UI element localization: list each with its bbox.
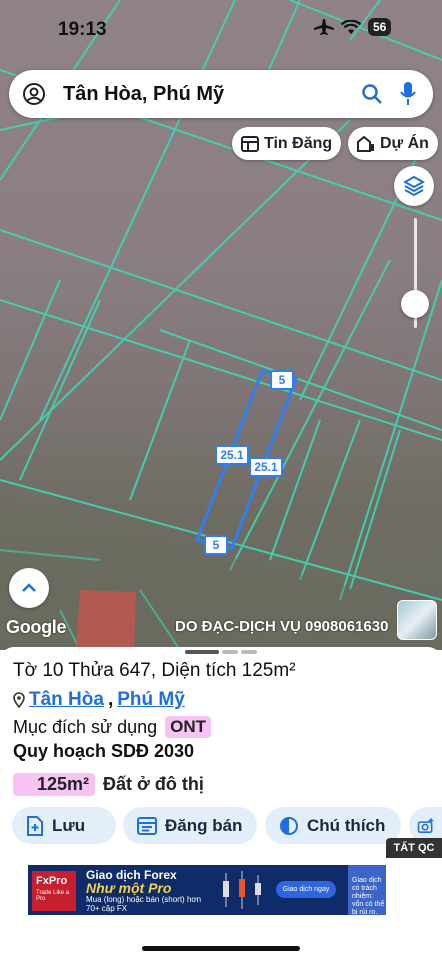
post-sale-button-label: Đăng bán xyxy=(165,815,243,835)
sheet-handle-dot xyxy=(241,650,257,654)
post-sale-button[interactable]: Đăng bán xyxy=(123,807,257,844)
parcel-title: Tờ 10 Thửa 647, Diện tích 125m² xyxy=(13,660,296,681)
status-bar: 19:13 56 xyxy=(0,0,442,58)
battery-icon: 56 xyxy=(368,18,392,36)
microphone-icon[interactable] xyxy=(399,81,417,107)
listings-chip[interactable]: Tin Đăng xyxy=(232,127,342,160)
listings-chip-label: Tin Đăng xyxy=(264,134,333,152)
map-watermark: DO ĐẠC-DỊCH VỤ 0908061630 xyxy=(175,618,389,635)
status-icons: 56 xyxy=(314,18,392,36)
ad-brand: FxPro xyxy=(36,875,68,887)
candlestick-graphic xyxy=(223,871,261,909)
contrast-icon xyxy=(280,816,298,835)
google-logo: Google xyxy=(6,617,67,637)
save-button-label: Lưu xyxy=(52,815,86,835)
plan-area-row: 125m² Đất ở đô thị xyxy=(13,773,204,796)
airplane-icon xyxy=(314,19,334,35)
legend-button[interactable]: Chú thích xyxy=(265,807,401,844)
layers-button[interactable] xyxy=(394,166,434,206)
ad-disclaimer: Giao dịch có trách nhiệm: vốn có thể bị … xyxy=(352,877,385,915)
ad-cta-button[interactable]: Giao dịch ngay xyxy=(276,881,336,898)
close-ad-button[interactable]: TẤT QC xyxy=(386,838,442,858)
sheet-handle-dot xyxy=(222,650,238,654)
sheet-handle[interactable] xyxy=(185,650,219,654)
location-row: Tân Hòa, Phú Mỹ xyxy=(13,689,185,711)
listing-icon xyxy=(241,135,259,152)
location-separator: , xyxy=(107,689,114,710)
projects-chip[interactable]: Dự Án xyxy=(348,127,438,160)
ward-link[interactable]: Tân Hòa xyxy=(29,689,104,711)
building-icon xyxy=(357,135,374,152)
land-use-row: Mục đích sử dụng ONT xyxy=(13,716,212,738)
listing-icon xyxy=(137,816,157,835)
ad-line-3: Mua (long) hoặc bán (short) hơn 70+ cặp … xyxy=(86,895,202,913)
search-bar[interactable]: Tân Hòa, Phú Mỹ xyxy=(9,70,433,118)
opacity-slider-thumb[interactable] xyxy=(401,290,429,318)
ad-line-2: Như một Pro xyxy=(86,880,172,896)
ad-banner[interactable]: FxPro Trade Like a Pro Giao dịch Forex N… xyxy=(28,865,386,915)
street-view-thumbnail[interactable] xyxy=(397,600,437,640)
file-add-icon xyxy=(27,815,43,836)
parcel-label-top: 5 xyxy=(270,370,294,390)
layers-icon xyxy=(403,175,425,197)
ad-logo: FxPro Trade Like a Pro xyxy=(32,871,76,911)
plan-area-desc: Đất ở đô thị xyxy=(103,774,204,794)
status-time: 19:13 xyxy=(58,19,107,40)
plan-title: Quy hoạch SDĐ 2030 xyxy=(13,741,195,761)
projects-chip-label: Dự Án xyxy=(380,134,429,152)
ad-brand-tagline: Trade Like a Pro xyxy=(36,890,70,902)
legend-button-label: Chú thích xyxy=(307,815,386,835)
land-use-label: Mục đích sử dụng xyxy=(13,716,158,737)
search-input[interactable]: Tân Hòa, Phú Mỹ xyxy=(63,83,224,106)
parcel-label-right: 25.1 xyxy=(249,457,283,477)
building-roof xyxy=(76,590,136,650)
chevron-up-icon xyxy=(22,583,36,592)
land-use-code: ONT xyxy=(165,716,212,738)
map-view[interactable]: 5 5 25.1 25.1 19:13 56 Tân Hòa, Phú Mỹ T… xyxy=(0,0,442,650)
wifi-icon xyxy=(341,19,361,34)
expand-button[interactable] xyxy=(9,568,49,608)
search-icon[interactable] xyxy=(361,83,383,105)
plan-area-value: 125m² xyxy=(13,773,96,796)
home-indicator[interactable] xyxy=(142,946,300,951)
camera-plus-icon xyxy=(417,817,434,833)
location-pin-icon xyxy=(13,692,25,708)
parcel-label-bottom: 5 xyxy=(204,535,228,555)
save-button[interactable]: Lưu xyxy=(12,807,116,844)
account-icon[interactable] xyxy=(22,82,46,106)
district-link[interactable]: Phú Mỹ xyxy=(117,689,185,711)
parcel-label-left: 25.1 xyxy=(215,445,249,465)
